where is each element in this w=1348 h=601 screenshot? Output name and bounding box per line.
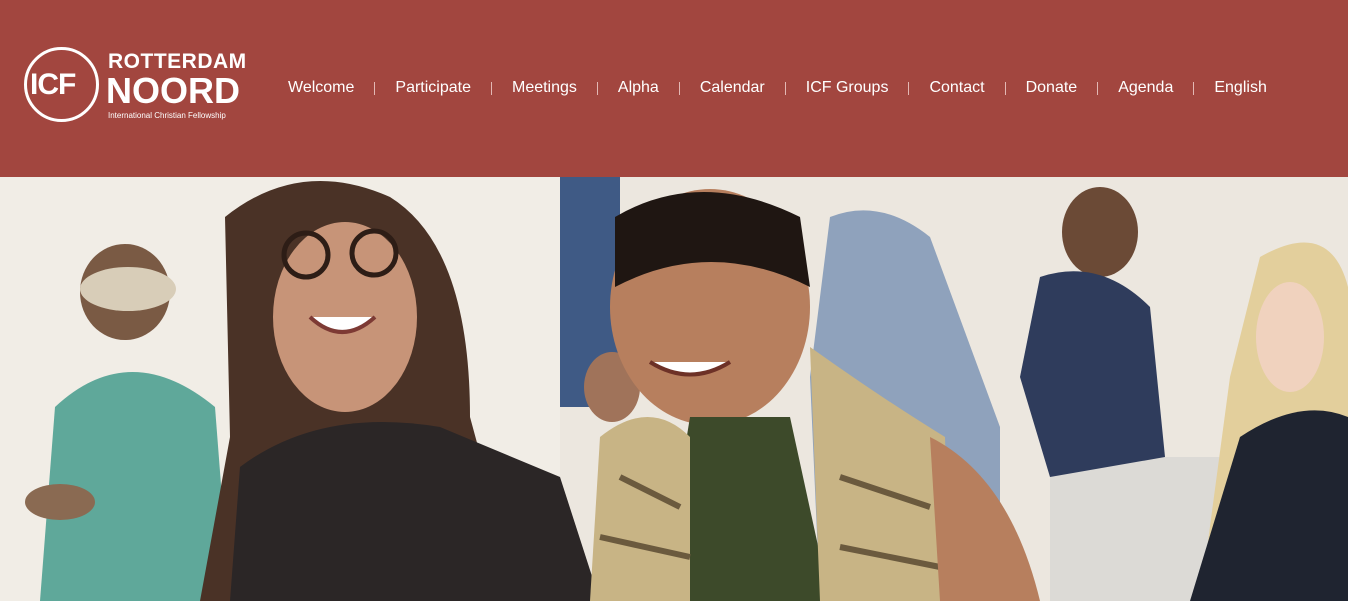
logo-district: NOORD	[106, 70, 240, 111]
nav-item-english[interactable]: English	[1194, 75, 1286, 101]
logo-abbr: ICF	[30, 68, 76, 101]
nav-item-contact[interactable]: Contact	[909, 75, 1004, 101]
logo-tagline: International Christian Fellowship	[108, 111, 226, 120]
site-logo[interactable]: ICF ROTTERDAM NOORD International Christ…	[24, 47, 274, 131]
hero-photo	[0, 177, 1348, 601]
nav-item-welcome[interactable]: Welcome	[268, 75, 374, 101]
nav-item-calendar[interactable]: Calendar	[680, 75, 785, 101]
nav-item-donate[interactable]: Donate	[1006, 75, 1098, 101]
nav-item-participate[interactable]: Participate	[375, 75, 491, 101]
nav-item-alpha[interactable]: Alpha	[598, 75, 679, 101]
nav-item-icf-groups[interactable]: ICF Groups	[786, 75, 909, 101]
site-header: ICF ROTTERDAM NOORD International Christ…	[0, 0, 1348, 177]
nav-item-meetings[interactable]: Meetings	[492, 75, 597, 101]
main-nav: Welcome Participate Meetings Alpha Calen…	[268, 75, 1287, 101]
hero-image	[0, 177, 1348, 601]
nav-item-agenda[interactable]: Agenda	[1098, 75, 1193, 101]
